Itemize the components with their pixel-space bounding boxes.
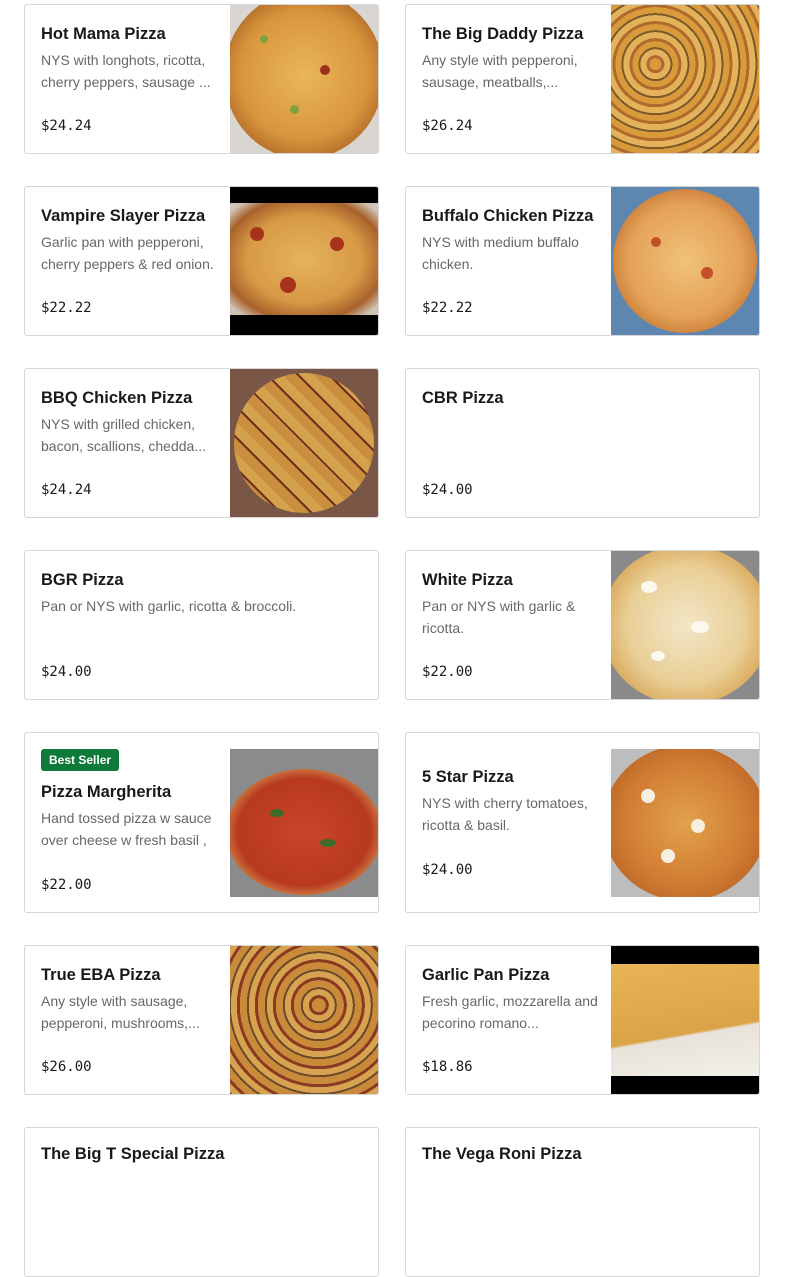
- menu-item-card[interactable]: The Vega Roni Pizza: [405, 1127, 760, 1277]
- pizza-photo: [611, 551, 759, 699]
- item-price: $22.00: [422, 664, 473, 680]
- item-name: BGR Pizza: [41, 571, 124, 589]
- menu-item-card[interactable]: CBR Pizza $24.00: [405, 368, 760, 518]
- pizza-photo: [611, 187, 759, 335]
- item-price: $18.86: [422, 1059, 473, 1075]
- pizza-photo: [230, 946, 378, 1094]
- item-description: NYS with medium buffalo chicken.: [422, 234, 579, 272]
- menu-item-card[interactable]: Buffalo Chicken Pizza NYS with medium bu…: [405, 186, 760, 336]
- item-price: $24.24: [41, 482, 92, 498]
- item-price: $22.22: [422, 300, 473, 316]
- pizza-photo: [230, 369, 378, 517]
- item-price: $22.00: [41, 877, 92, 893]
- item-price: $22.22: [41, 300, 92, 316]
- item-description: Any style with sausage, pepperoni, mushr…: [41, 993, 200, 1031]
- item-price: $24.24: [41, 118, 92, 134]
- menu-item-card[interactable]: Hot Mama Pizza NYS with longhots, ricott…: [24, 4, 379, 154]
- item-description: Pan or NYS with garlic, ricotta & brocco…: [41, 598, 297, 614]
- pizza-photo: [230, 187, 378, 335]
- item-description: Any style with pepperoni, sausage, meatb…: [422, 52, 578, 90]
- menu-item-card[interactable]: Vampire Slayer Pizza Garlic pan with pep…: [24, 186, 379, 336]
- item-price: $24.00: [422, 862, 473, 878]
- menu-item-card[interactable]: 5 Star Pizza NYS with cherry tomatoes, r…: [405, 732, 760, 913]
- menu-item-card[interactable]: The Big Daddy Pizza Any style with peppe…: [405, 4, 760, 154]
- item-name: Vampire Slayer Pizza: [41, 207, 206, 225]
- menu-item-card[interactable]: True EBA Pizza Any style with sausage, p…: [24, 945, 379, 1095]
- item-description: Garlic pan with pepperoni, cherry pepper…: [41, 234, 214, 272]
- item-description: NYS with longhots, ricotta, cherry peppe…: [41, 52, 211, 90]
- pizza-photo: [230, 5, 378, 153]
- item-name: Garlic Pan Pizza: [422, 966, 550, 984]
- menu-item-card[interactable]: BGR Pizza Pan or NYS with garlic, ricott…: [24, 550, 379, 700]
- item-price: $26.24: [422, 118, 473, 134]
- item-name: The Big T Special Pizza: [41, 1145, 225, 1163]
- pizza-photo: [611, 5, 759, 153]
- pizza-photo: [611, 946, 759, 1094]
- menu-item-card[interactable]: White Pizza Pan or NYS with garlic & ric…: [405, 550, 760, 700]
- item-name: Hot Mama Pizza: [41, 25, 166, 43]
- item-name: 5 Star Pizza: [422, 768, 514, 786]
- item-description: Fresh garlic, mozzarella and pecorino ro…: [422, 993, 598, 1031]
- item-price: $26.00: [41, 1059, 92, 1075]
- item-name: True EBA Pizza: [41, 966, 161, 984]
- item-name: White Pizza: [422, 571, 513, 589]
- item-name: The Big Daddy Pizza: [422, 25, 584, 43]
- menu-item-card[interactable]: Best Seller Pizza Margherita Hand tossed…: [24, 732, 379, 913]
- item-name: Pizza Margherita: [41, 783, 172, 801]
- menu-item-card[interactable]: BBQ Chicken Pizza NYS with grilled chick…: [24, 368, 379, 518]
- item-price: $24.00: [422, 482, 473, 498]
- item-name: BBQ Chicken Pizza: [41, 389, 193, 407]
- item-price: $24.00: [41, 664, 92, 680]
- menu-item-card[interactable]: Garlic Pan Pizza Fresh garlic, mozzarell…: [405, 945, 760, 1095]
- item-description: NYS with grilled chicken, bacon, scallio…: [41, 416, 206, 454]
- item-name: Buffalo Chicken Pizza: [422, 207, 594, 225]
- item-name: The Vega Roni Pizza: [422, 1145, 582, 1163]
- pizza-photo: [611, 749, 759, 897]
- best-seller-badge: Best Seller: [41, 749, 120, 771]
- pizza-photo: [230, 749, 378, 897]
- menu-item-card[interactable]: The Big T Special Pizza: [24, 1127, 379, 1277]
- item-description: Pan or NYS with garlic & ricotta.: [422, 598, 576, 636]
- item-name: CBR Pizza: [422, 389, 504, 407]
- item-description: Hand tossed pizza w sauce over cheese w …: [41, 810, 212, 848]
- item-description: NYS with cherry tomatoes, ricotta & basi…: [422, 795, 588, 833]
